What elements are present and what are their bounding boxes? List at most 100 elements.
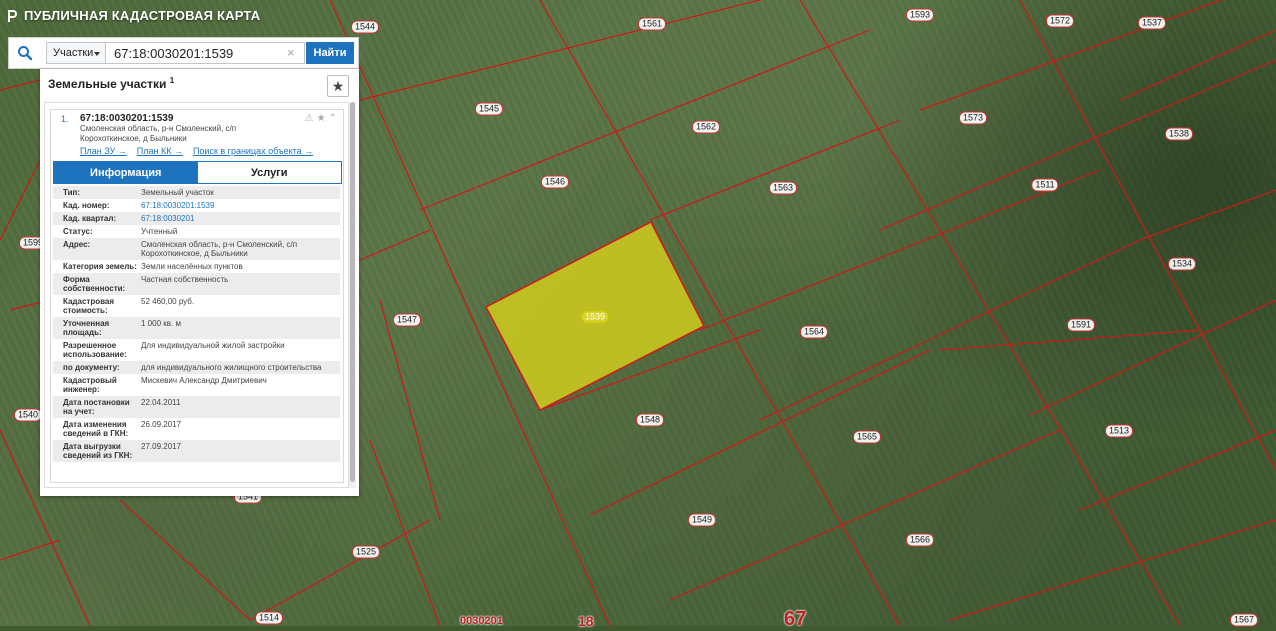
parcel-label[interactable]: 1549 xyxy=(687,513,717,527)
parcel-label[interactable]: 1565 xyxy=(852,430,882,444)
find-button[interactable]: Найти xyxy=(306,42,354,64)
parcel-label[interactable]: 1567 xyxy=(1229,613,1259,627)
property-row: Разрешенное использование: Для индивидуал… xyxy=(53,339,340,361)
property-value: 1 000 кв. м xyxy=(141,319,181,328)
parcel-label[interactable]: 1538 xyxy=(1164,127,1194,141)
tab-services[interactable]: Услуги xyxy=(197,162,341,183)
parcel-label[interactable]: 1591 xyxy=(1066,318,1096,332)
result-count: 1 xyxy=(169,76,175,85)
selected-parcel-label[interactable]: 1539 xyxy=(580,310,610,324)
quarter-label: 0030201 xyxy=(460,615,503,627)
card-actions: ⚠ ★ ⌃ xyxy=(305,113,337,124)
app-title: ПУБЛИЧНАЯ КАДАСТРОВАЯ КАРТА xyxy=(24,8,261,23)
property-value: 26.09.2017 xyxy=(141,420,182,429)
district-label: 18 xyxy=(578,613,594,629)
property-value: 27.09.2017 xyxy=(141,442,182,451)
search-type-select[interactable]: Участки xyxy=(46,42,106,64)
app-header: ПУБЛИЧНАЯ КАДАСТРОВАЯ КАРТА xyxy=(6,8,260,23)
result-index: 1. xyxy=(61,114,69,124)
result-links: План ЗУ → План КК → Поиск в границах объ… xyxy=(80,146,313,156)
property-key: Разрешенное использование: xyxy=(63,341,127,359)
property-key: Кад. квартал: xyxy=(63,214,117,223)
parcel-label[interactable]: 1540 xyxy=(13,408,43,422)
tab-info[interactable]: Информация xyxy=(54,162,198,183)
results-panel: Земельные участки 1 ★ 1. 67:18:0030201:1… xyxy=(40,69,359,496)
property-value: 52 460,00 руб. xyxy=(141,297,195,306)
property-row: Кад. номер: 67:18:0030201:1539 xyxy=(53,199,340,212)
property-key: Категория земель: xyxy=(63,262,137,271)
scrollbar-thumb[interactable] xyxy=(350,102,355,482)
parcel-label[interactable]: 1513 xyxy=(1104,424,1134,438)
property-key: Кадастровый инженер: xyxy=(63,376,117,394)
result-cad-number[interactable]: 67:18:0030201:1539 xyxy=(80,113,173,124)
clear-icon[interactable]: × xyxy=(287,46,295,60)
property-row: Дата постановки на учет: 22.04.2011 xyxy=(53,396,340,418)
property-value[interactable]: 67:18:0030201 xyxy=(141,214,340,223)
property-key: Уточненная площадь: xyxy=(63,319,110,337)
result-address: Смоленская область, р-н Смоленский, с/п … xyxy=(80,124,237,143)
chevron-up-icon[interactable]: ⌃ xyxy=(329,113,337,124)
parcel-label[interactable]: 1511 xyxy=(1031,178,1059,192)
property-row: Кадастровый инженер: Мискевич Александр Д… xyxy=(53,374,340,396)
parcel-label[interactable]: 1547 xyxy=(392,313,422,327)
results-list[interactable]: 1. 67:18:0030201:1539 Смоленская область… xyxy=(44,102,349,488)
property-key: по документу: xyxy=(63,363,120,372)
plan-zu-link[interactable]: План ЗУ → xyxy=(80,146,127,156)
property-row: Дата изменения сведений в ГКН: 26.09.2017 xyxy=(53,418,340,440)
property-key: Статус: xyxy=(63,227,93,236)
property-row: Кадастровая стоимость: 52 460,00 руб. xyxy=(53,295,340,317)
property-key: Кад. номер: xyxy=(63,201,110,210)
search-type-label: Участки xyxy=(53,47,94,59)
warning-icon[interactable]: ⚠ xyxy=(305,113,314,124)
parcel-label[interactable]: 1548 xyxy=(635,413,665,427)
parcel-label[interactable]: 1566 xyxy=(905,533,935,547)
property-row: Категория земель: Земли населённых пункто… xyxy=(53,260,340,273)
property-key: Дата выгрузки сведений из ГКН: xyxy=(63,442,133,460)
parcel-label[interactable]: 1561 xyxy=(637,17,667,31)
parcel-label[interactable]: 1534 xyxy=(1167,257,1197,271)
panel-heading: Земельные участки 1 xyxy=(48,76,174,91)
parcel-label[interactable]: 1573 xyxy=(958,111,988,125)
property-key: Адрес: xyxy=(63,240,91,249)
property-value: Земельный участок xyxy=(141,188,214,197)
property-row: Статус: Учтенный xyxy=(53,225,340,238)
favorite-button[interactable]: ★ xyxy=(327,75,349,97)
parcel-label[interactable]: 1546 xyxy=(540,175,570,189)
property-row: Дата выгрузки сведений из ГКН: 27.09.2017 xyxy=(53,440,340,462)
parcel-label[interactable]: 1525 xyxy=(351,545,381,559)
result-tabs: Информация Услуги xyxy=(53,161,342,184)
property-value: Учтенный xyxy=(141,227,178,236)
property-value: Смоленская область, р-н Смоленский, с/п … xyxy=(141,240,298,258)
star-icon[interactable]: ★ xyxy=(317,113,326,124)
panel-scrollbar[interactable] xyxy=(349,102,356,488)
parcel-label[interactable]: 1545 xyxy=(474,102,504,116)
property-key: Кадастровая стоимость: xyxy=(63,297,115,315)
property-key: Дата изменения сведений в ГКН: xyxy=(63,420,129,438)
pkk-logo-icon xyxy=(8,9,17,22)
parcel-label[interactable]: 1537 xyxy=(1137,16,1167,30)
property-key: Тип: xyxy=(63,188,80,197)
property-row: Адрес: Смоленская область, р-н Смоленский… xyxy=(53,238,340,260)
parcel-label[interactable]: 1562 xyxy=(691,120,721,134)
property-key: Дата постановки на учет: xyxy=(63,398,130,416)
panel-heading-text: Земельные участки xyxy=(48,77,167,91)
property-value: для индивидуального жилищного строительс… xyxy=(141,363,322,372)
result-card: 1. 67:18:0030201:1539 Смоленская область… xyxy=(50,109,344,483)
search-in-bounds-link[interactable]: Поиск в границах объекта → xyxy=(193,146,313,156)
star-icon: ★ xyxy=(331,77,345,94)
plan-kk-link[interactable]: План КК → xyxy=(137,146,183,156)
parcel-label[interactable]: 1593 xyxy=(905,8,935,22)
property-value: Мискевич Александр Дмитриевич xyxy=(141,376,267,385)
parcel-label[interactable]: 1563 xyxy=(768,181,798,195)
property-row: Тип: Земельный участок xyxy=(53,186,340,199)
search-icon[interactable] xyxy=(17,45,33,61)
search-input[interactable] xyxy=(106,42,305,64)
property-value: 22.04.2011 xyxy=(141,398,181,407)
parcel-label[interactable]: 1514 xyxy=(254,611,284,625)
parcel-label[interactable]: 1572 xyxy=(1045,14,1075,28)
property-row: по документу: для индивидуального жилищно… xyxy=(53,361,340,374)
parcel-label[interactable]: 1564 xyxy=(799,325,829,339)
property-value[interactable]: 67:18:0030201:1539 xyxy=(141,201,340,210)
parcel-label[interactable]: 1544 xyxy=(350,20,380,34)
chevron-down-icon xyxy=(94,52,100,56)
